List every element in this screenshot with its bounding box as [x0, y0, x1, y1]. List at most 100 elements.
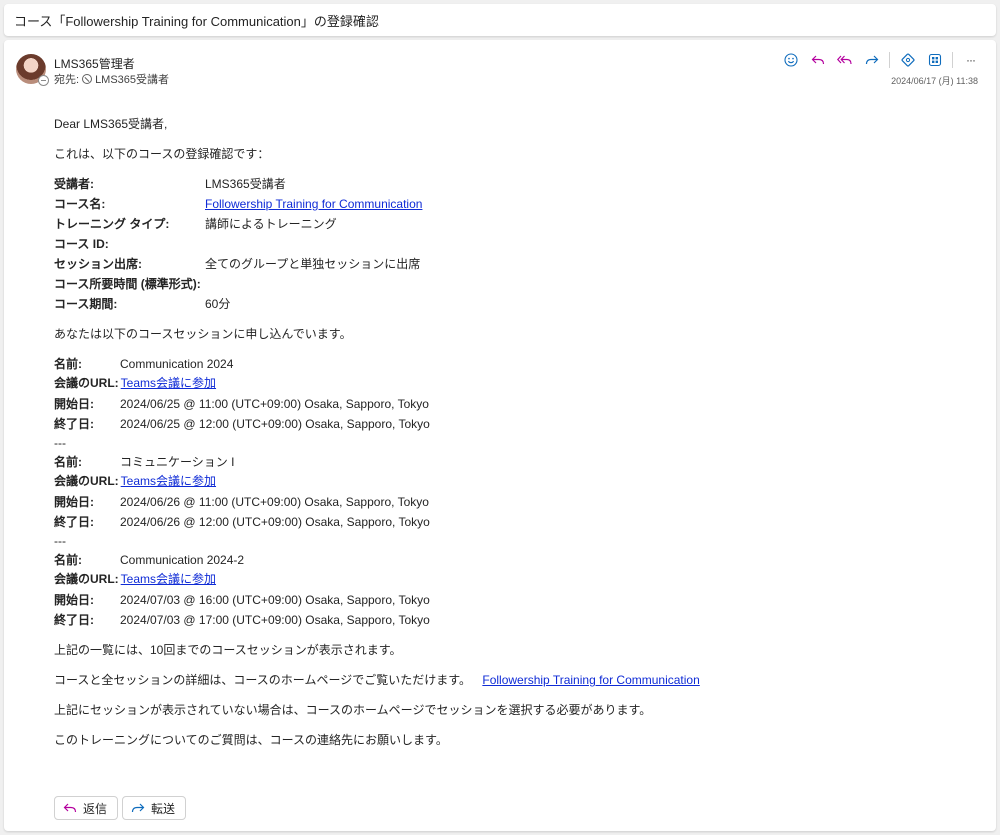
reply-all-button[interactable] — [833, 50, 856, 70]
detail-key: コース ID: — [54, 237, 109, 251]
detail-row: 受講者: LMS365受講者 — [54, 174, 954, 194]
emoji-button[interactable] — [779, 50, 802, 70]
session-url-row: 会議のURL: Teams会議に参加 — [54, 374, 954, 392]
message-toolbar: ··· — [779, 50, 982, 70]
session-name: Communication 2024 — [120, 357, 234, 371]
detail-row: コース名: Followership Training for Communic… — [54, 194, 954, 214]
session-label: 開始日: — [54, 397, 94, 411]
reply-icon — [63, 803, 77, 813]
session-name-row: 名前: コミュニケーション I — [54, 452, 954, 472]
session-label: 会議のURL: — [54, 474, 119, 488]
mail-card: LMS365管理者 宛先: LMS365受講者 ··· 2024/06/17 (… — [4, 40, 996, 831]
forward-icon — [865, 55, 878, 65]
timestamp: 2024/06/17 (月) 11:38 — [891, 76, 978, 86]
session-start: 2024/06/26 @ 11:00 (UTC+09:00) Osaka, Sa… — [120, 495, 429, 509]
apps-icon — [928, 53, 941, 67]
teams-meeting-link[interactable]: Teams会議に参加 — [121, 374, 216, 392]
session-start-row: 開始日: 2024/06/25 @ 11:00 (UTC+09:00) Osak… — [54, 394, 954, 414]
sessions-intro: あなたは以下のコースセッションに申し込んでいます。 — [54, 327, 352, 341]
toolbar-divider — [952, 52, 953, 68]
session-name-row: 名前: Communication 2024 — [54, 354, 954, 374]
session-separator: --- — [54, 534, 66, 548]
toolbar-divider — [889, 52, 890, 68]
note-details: コースと全セッションの詳細は、コースのホームページでご覧いただけます。 Foll… — [54, 672, 954, 688]
detail-value: 講師によるトレーニング — [205, 217, 337, 231]
emoji-icon — [783, 53, 798, 67]
session-label: 会議のURL: — [54, 376, 119, 390]
detail-row: コース ID: — [54, 234, 954, 254]
forward-button[interactable] — [860, 50, 883, 70]
reply-action-button[interactable]: 返信 — [54, 796, 119, 820]
subject-bar: コース「Followership Training for Communicat… — [4, 4, 996, 36]
reply-icon — [811, 55, 824, 65]
teams-meeting-link[interactable]: Teams会議に参加 — [121, 472, 216, 490]
session-label: 名前: — [54, 553, 82, 567]
note-limit: 上記の一覧には、10回までのコースセッションが表示されます。 — [54, 643, 402, 657]
detail-value: LMS365受講者 — [205, 177, 286, 191]
session-label: 開始日: — [54, 593, 94, 607]
session-end-row: 終了日: 2024/06/25 @ 12:00 (UTC+09:00) Osak… — [54, 414, 954, 434]
detail-value: 60分 — [205, 297, 231, 311]
presence-status-icon — [38, 75, 49, 86]
course-details: 受講者: LMS365受講者 コース名: Followership Traini… — [54, 174, 954, 314]
session-label: 名前: — [54, 455, 82, 469]
apps-button[interactable] — [923, 50, 946, 70]
note-details-text: コースと全セッションの詳細は、コースのホームページでご覧いただけます。 — [54, 673, 472, 687]
loop-button[interactable] — [896, 50, 919, 70]
session-start: 2024/06/25 @ 11:00 (UTC+09:00) Osaka, Sa… — [120, 397, 429, 411]
session-end: 2024/07/03 @ 17:00 (UTC+09:00) Osaka, Sa… — [120, 613, 430, 627]
message-body: Dear LMS365受講者, これは、以下のコースの登録確認です： 受講者: … — [54, 114, 954, 748]
forward-icon — [131, 803, 145, 813]
session-url-row: 会議のURL: Teams会議に参加 — [54, 472, 954, 490]
to-label: 宛先: — [54, 74, 80, 86]
session-name-row: 名前: Communication 2024-2 — [54, 550, 954, 570]
message-actions: 返信 転送 — [54, 796, 187, 820]
recipient-line: 宛先: LMS365受講者 — [54, 71, 169, 87]
note-contact: このトレーニングについてのご質問は、コースの連絡先にお願いします。 — [54, 733, 448, 747]
session-name: コミュニケーション I — [120, 455, 235, 469]
sender-avatar[interactable] — [16, 54, 49, 86]
session-start-row: 開始日: 2024/07/03 @ 16:00 (UTC+09:00) Osak… — [54, 590, 954, 610]
detail-value: 全てのグループと単独セッションに出席 — [205, 257, 421, 271]
blocked-icon — [82, 74, 93, 84]
reply-button[interactable] — [806, 50, 829, 70]
detail-key: コース期間: — [54, 297, 118, 311]
session-end-row: 終了日: 2024/06/26 @ 12:00 (UTC+09:00) Osak… — [54, 512, 954, 532]
reply-label: 返信 — [83, 801, 108, 816]
session-end: 2024/06/26 @ 12:00 (UTC+09:00) Osaka, Sa… — [120, 515, 430, 529]
course-name-link[interactable]: Followership Training for Communication — [205, 194, 422, 214]
detail-row: トレーニング タイプ: 講師によるトレーニング — [54, 214, 954, 234]
teams-meeting-link[interactable]: Teams会議に参加 — [121, 570, 216, 588]
forward-action-button[interactable]: 転送 — [122, 796, 187, 820]
session-name: Communication 2024-2 — [120, 553, 245, 567]
sender-name[interactable]: LMS365管理者 — [54, 55, 135, 72]
session-list: 名前: Communication 2024 会議のURL: Teams会議に参… — [54, 354, 954, 630]
intro-text: これは、以下のコースの登録確認です： — [54, 147, 270, 161]
session-end: 2024/06/25 @ 12:00 (UTC+09:00) Osaka, Sa… — [120, 417, 430, 431]
session-url-row: 会議のURL: Teams会議に参加 — [54, 570, 954, 588]
mail-subject: コース「Followership Training for Communicat… — [14, 13, 379, 29]
detail-key: セッション出席: — [54, 257, 142, 271]
course-homepage-link[interactable]: Followership Training for Communication — [482, 673, 699, 687]
session-label: 開始日: — [54, 495, 94, 509]
session-separator: --- — [54, 436, 66, 450]
detail-key: 受講者: — [54, 177, 94, 191]
session-start-row: 開始日: 2024/06/26 @ 11:00 (UTC+09:00) Osak… — [54, 492, 954, 512]
session-label: 会議のURL: — [54, 572, 119, 586]
session-label: 終了日: — [54, 417, 94, 431]
session-end-row: 終了日: 2024/07/03 @ 17:00 (UTC+09:00) Osak… — [54, 610, 954, 630]
detail-row: セッション出席: 全てのグループと単独セッションに出席 — [54, 254, 954, 274]
detail-row: コース期間: 60分 — [54, 294, 954, 314]
more-icon: ··· — [966, 53, 976, 67]
detail-key: コース所要時間 (標準形式): — [54, 277, 201, 291]
reply-all-icon — [837, 55, 852, 65]
loop-icon — [900, 53, 915, 67]
session-label: 名前: — [54, 357, 82, 371]
session-label: 終了日: — [54, 613, 94, 627]
detail-row: コース所要時間 (標準形式): — [54, 274, 954, 294]
session-start: 2024/07/03 @ 16:00 (UTC+09:00) Osaka, Sa… — [120, 593, 430, 607]
recipient-name[interactable]: LMS365受講者 — [95, 71, 169, 87]
note-missing: 上記にセッションが表示されていない場合は、コースのホームページでセッションを選択… — [54, 703, 652, 717]
more-button[interactable]: ··· — [959, 50, 982, 70]
greeting: Dear LMS365受講者, — [54, 117, 168, 131]
